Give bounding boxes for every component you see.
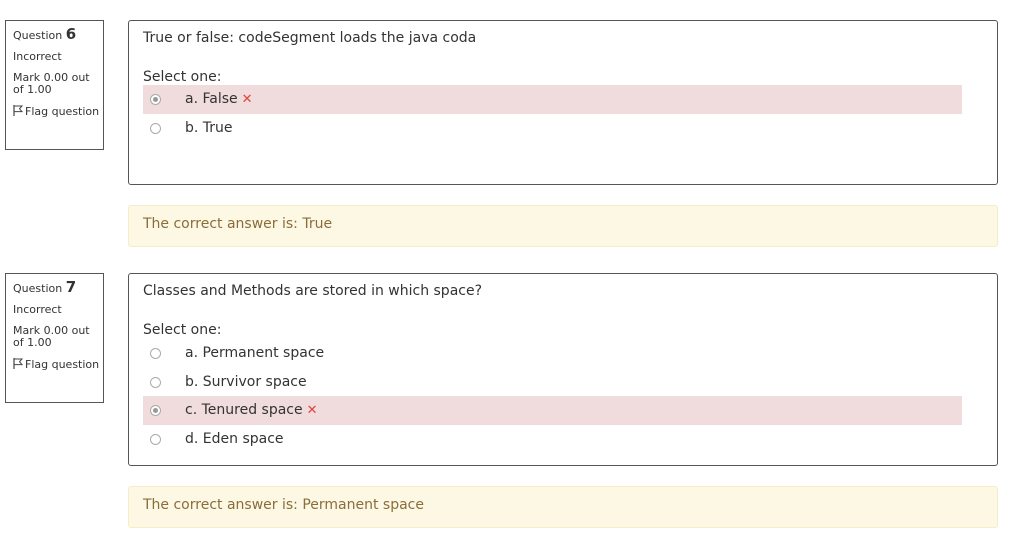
question-number-label: Question [13, 282, 63, 295]
question-number: Question 7 [13, 278, 103, 296]
answer-label: b. Survivor space [185, 374, 307, 390]
flag-question-link[interactable]: Flag question [13, 358, 103, 371]
question-state: Incorrect [13, 303, 62, 316]
question-number-value: 6 [65, 25, 77, 43]
feedback-panel-7: The correct answer is: Permanent space [128, 486, 998, 528]
correct-answer-text: The correct answer is: True [143, 216, 333, 232]
question-info-6: Question 6 Incorrect Mark 0.00 out of 1.… [5, 20, 104, 150]
radio-button[interactable] [150, 348, 161, 359]
flag-question-link[interactable]: Flag question [13, 105, 103, 118]
answer-label: c. Tenured space [185, 402, 303, 418]
answer-label: d. Eden space [185, 431, 284, 447]
answer-option-a[interactable]: a. Permanent space [143, 339, 962, 368]
select-prompt: Select one: [143, 69, 222, 85]
flag-icon [13, 105, 23, 116]
cross-icon: ✕ [306, 403, 318, 418]
question-number: Question 6 [13, 25, 103, 43]
select-prompt: Select one: [143, 322, 222, 338]
answer-label-wrap: a. False ✕ [185, 91, 253, 107]
question-grade: Mark 0.00 out of 1.00 [13, 324, 90, 349]
answer-option-c[interactable]: c. Tenured space ✕ [143, 396, 962, 425]
question-text: Classes and Methods are stored in which … [143, 283, 483, 299]
answer-option-d[interactable]: d. Eden space [143, 425, 962, 454]
answer-label: b. True [185, 120, 233, 136]
answer-label-wrap: c. Tenured space ✕ [185, 402, 318, 418]
flag-label: Flag question [25, 358, 100, 371]
question-number-label: Question [13, 29, 63, 42]
radio-button[interactable] [150, 377, 161, 388]
question-grade: Mark 0.00 out of 1.00 [13, 71, 90, 96]
question-text: True or false: codeSegment loads the jav… [143, 30, 477, 46]
radio-button[interactable] [150, 94, 161, 105]
flag-label: Flag question [25, 105, 100, 118]
question-content-7: Classes and Methods are stored in which … [128, 273, 998, 466]
radio-button[interactable] [150, 405, 161, 416]
answer-option-a[interactable]: a. False ✕ [143, 85, 962, 114]
answer-label: a. Permanent space [185, 345, 325, 361]
question-state: Incorrect [13, 50, 62, 63]
flag-icon [13, 358, 23, 369]
question-info-7: Question 7 Incorrect Mark 0.00 out of 1.… [5, 273, 104, 403]
radio-button[interactable] [150, 434, 161, 445]
question-content-6: True or false: codeSegment loads the jav… [128, 20, 998, 185]
answer-label: a. False [185, 91, 238, 107]
feedback-panel-6: The correct answer is: True [128, 205, 998, 247]
correct-answer-text: The correct answer is: Permanent space [143, 497, 424, 513]
radio-button[interactable] [150, 123, 161, 134]
answer-option-b[interactable]: b. True [143, 114, 962, 143]
question-number-value: 7 [65, 278, 77, 296]
answer-option-b[interactable]: b. Survivor space [143, 368, 962, 397]
cross-icon: ✕ [241, 92, 253, 107]
